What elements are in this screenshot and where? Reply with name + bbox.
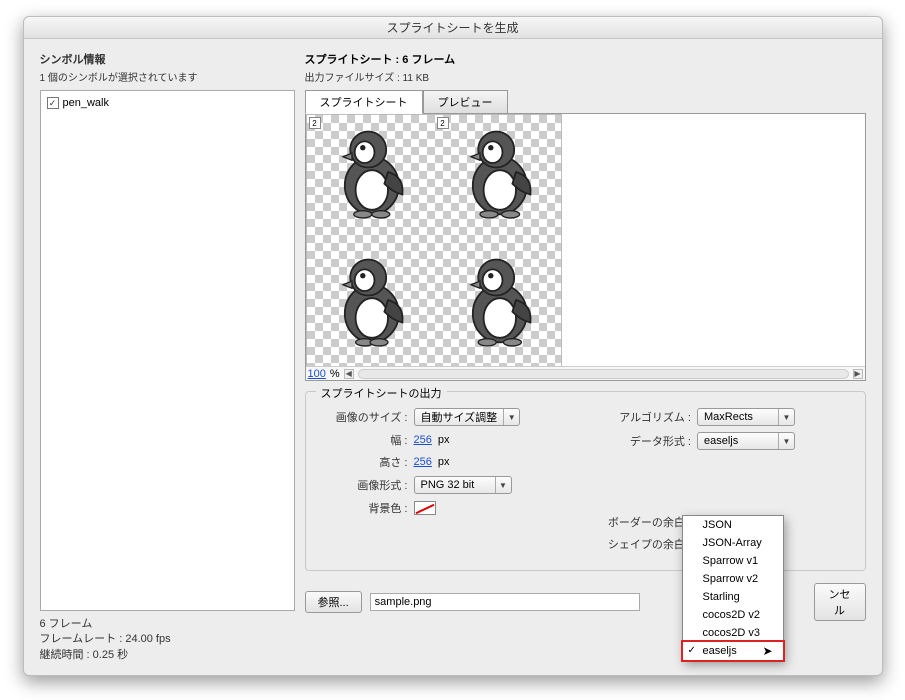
chevron-down-icon: ▼	[495, 477, 511, 493]
dropdown-item[interactable]: cocos2D v3	[683, 624, 783, 642]
checkbox-icon[interactable]: ✓	[47, 97, 59, 109]
width-value[interactable]: 256	[414, 434, 432, 446]
sheet-frames-label: スプライトシート : 6 フレーム	[305, 51, 866, 67]
sprite-frame	[325, 250, 415, 350]
duration: 継続時間 : 0.25 秒	[40, 648, 295, 663]
filename-input[interactable]	[370, 593, 640, 611]
frame-badge: 2	[309, 117, 321, 129]
zoom-value[interactable]: 100	[308, 368, 326, 380]
dropdown-item[interactable]: ✓ ➤ easeljs	[683, 642, 783, 660]
symbol-info-label: シンボル情報	[40, 51, 295, 67]
output-group-title: スプライトシートの出力	[316, 385, 447, 401]
dropdown-item[interactable]: JSON	[683, 516, 783, 534]
dropdown-item-label: easeljs	[703, 645, 737, 657]
dropdown-item-label: JSON	[703, 519, 732, 531]
sprite-frame	[453, 250, 543, 350]
framerate: フレームレート : 24.00 fps	[40, 632, 295, 647]
format-label: 画像形式 :	[318, 477, 408, 493]
output-size-label: 出力ファイルサイズ : 11 KB	[305, 69, 866, 84]
frame-count: 6 フレーム	[40, 617, 295, 632]
left-stats: 6 フレーム フレームレート : 24.00 fps 継続時間 : 0.25 秒	[40, 617, 295, 663]
symbol-name: pen_walk	[63, 97, 109, 109]
algorithm-select[interactable]: MaxRects▼	[697, 408, 795, 426]
dropdown-item-label: Sparrow v2	[703, 573, 759, 585]
browse-button[interactable]: 参照...	[305, 591, 362, 613]
dropdown-item[interactable]: Sparrow v2	[683, 570, 783, 588]
dropdown-item-label: cocos2D v2	[703, 609, 760, 621]
preview-area: 2 2	[305, 113, 866, 381]
frame-badge: 2	[437, 117, 449, 129]
dropdown-item-label: Starling	[703, 591, 740, 603]
sprite-frame	[325, 122, 415, 222]
symbol-list[interactable]: ✓ pen_walk	[40, 90, 295, 611]
symbol-item[interactable]: ✓ pen_walk	[45, 95, 290, 111]
check-icon: ✓	[688, 645, 696, 656]
width-label: 幅 :	[318, 432, 408, 448]
horizontal-scrollbar[interactable]	[358, 369, 849, 379]
dataformat-select[interactable]: easeljs▼	[697, 432, 795, 450]
dataformat-dropdown[interactable]: JSON JSON-Array Sparrow v1 Sparrow v2 Starli…	[682, 515, 784, 661]
scroll-right-icon[interactable]: ▶	[853, 369, 863, 379]
dropdown-item[interactable]: cocos2D v2	[683, 606, 783, 624]
algorithm-label: アルゴリズム :	[591, 409, 691, 425]
image-format-select[interactable]: PNG 32 bit▼	[414, 476, 512, 494]
zoom-percent: %	[330, 368, 340, 380]
scroll-left-icon[interactable]: ◀	[344, 369, 354, 379]
dropdown-item[interactable]: Sparrow v1	[683, 552, 783, 570]
dialog-window: スプライトシートを生成 シンボル情報 1 個のシンボルが選択されています ✓ p…	[23, 16, 883, 676]
image-size-select[interactable]: 自動サイズ調整▼	[414, 408, 521, 426]
chevron-down-icon: ▼	[778, 409, 794, 425]
dropdown-item-label: JSON-Array	[703, 537, 762, 549]
chevron-down-icon: ▼	[503, 409, 519, 425]
shape-padding-label: シェイプの余白 :	[591, 536, 691, 552]
dataformat-label: データ形式 :	[591, 433, 691, 449]
tab-preview[interactable]: プレビュー	[423, 90, 508, 114]
symbol-selected-text: 1 個のシンボルが選択されています	[40, 69, 295, 84]
dropdown-item[interactable]: JSON-Array	[683, 534, 783, 552]
cursor-icon: ➤	[762, 644, 772, 658]
height-value[interactable]: 256	[414, 456, 432, 468]
bg-color-swatch[interactable]	[414, 501, 436, 515]
height-label: 高さ :	[318, 454, 408, 470]
tab-spritesheet[interactable]: スプライトシート	[305, 90, 423, 114]
sprite-frame	[453, 122, 543, 222]
dropdown-item-label: Sparrow v1	[703, 555, 759, 567]
bg-label: 背景色 :	[318, 500, 408, 516]
image-size-label: 画像のサイズ :	[318, 409, 408, 425]
cancel-button[interactable]: ンセル	[814, 583, 866, 621]
chevron-down-icon: ▼	[778, 433, 794, 449]
dropdown-item-label: cocos2D v3	[703, 627, 760, 639]
dropdown-item[interactable]: Starling	[683, 588, 783, 606]
border-padding-label: ボーダーの余白 :	[591, 514, 691, 530]
window-title: スプライトシートを生成	[24, 17, 882, 39]
